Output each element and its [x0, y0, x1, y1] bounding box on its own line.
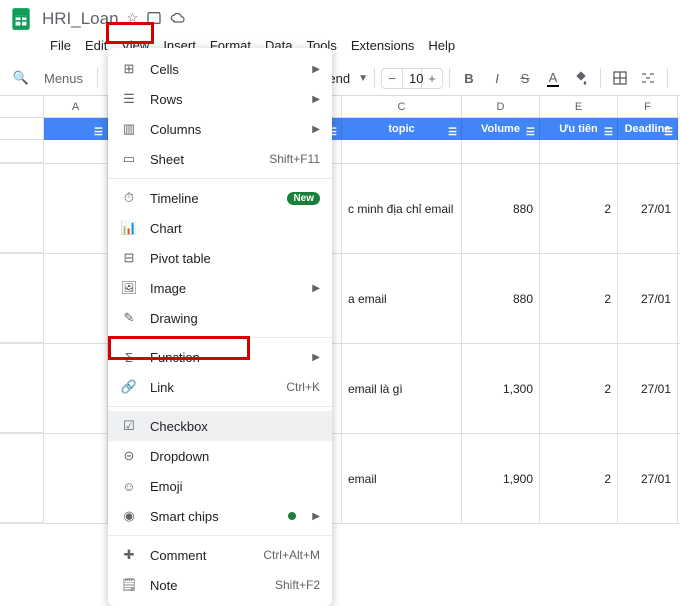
cell[interactable]: 880: [462, 164, 540, 253]
menu-item-comment[interactable]: ✚CommentCtrl+Alt+M: [108, 540, 332, 570]
menubar: File Edit View Insert Format Data Tools …: [0, 34, 680, 61]
filter-icon[interactable]: ☰: [448, 122, 457, 144]
menu-item-cells[interactable]: ⊞Cells▶: [108, 54, 332, 84]
italic-button[interactable]: I: [484, 65, 510, 91]
cell[interactable]: 27/01: [618, 344, 678, 433]
font-size-increase[interactable]: +: [422, 71, 442, 86]
search-menus-label: Menus: [38, 71, 89, 86]
checkbox-icon: ☑: [120, 417, 138, 435]
strikethrough-button[interactable]: S: [512, 65, 538, 91]
fill-color-button[interactable]: [568, 65, 594, 91]
cell[interactable]: 1,900: [462, 434, 540, 523]
filter-icon[interactable]: ☰: [526, 122, 535, 144]
cell[interactable]: email: [342, 434, 462, 523]
text-color-button[interactable]: A: [540, 65, 566, 91]
menu-item-pivot[interactable]: ⊟Pivot table: [108, 243, 332, 273]
cell[interactable]: c minh địa chỉ email: [342, 164, 462, 253]
chevron-right-icon: ▶: [312, 511, 320, 522]
menu-item-image[interactable]: 🖼Image▶: [108, 273, 332, 303]
move-icon[interactable]: [146, 10, 162, 29]
menu-help[interactable]: Help: [422, 36, 461, 55]
cell[interactable]: email là gì: [342, 344, 462, 433]
cells-icon: ⊞: [120, 60, 138, 78]
toolbar: 🔍 Menus Lexend ▼ − 10 + B I S A: [0, 61, 680, 96]
table-header[interactable]: Ưu tiên☰: [540, 118, 618, 140]
chevron-right-icon: ▶: [312, 64, 320, 75]
font-size-value[interactable]: 10: [402, 69, 422, 88]
column-header-f[interactable]: F: [618, 96, 678, 117]
image-icon: 🖼: [120, 279, 138, 297]
column-header-e[interactable]: E: [540, 96, 618, 117]
menu-item-dropdown[interactable]: ⊝Dropdown: [108, 441, 332, 471]
filter-icon[interactable]: ☰: [664, 122, 673, 144]
cell[interactable]: 2: [540, 254, 618, 343]
column-header-a[interactable]: A: [44, 96, 108, 117]
menu-item-rows[interactable]: ☰Rows▶: [108, 84, 332, 114]
cell[interactable]: 1,300: [462, 344, 540, 433]
comment-icon: ✚: [120, 546, 138, 564]
menu-item-link[interactable]: 🔗LinkCtrl+K: [108, 372, 332, 402]
menu-item-sheet[interactable]: ▭SheetShift+F11: [108, 144, 332, 174]
menu-item-chart[interactable]: 📊Chart: [108, 213, 332, 243]
chevron-right-icon: ▶: [312, 124, 320, 135]
cell[interactable]: a email: [342, 254, 462, 343]
function-icon: Σ: [120, 348, 138, 366]
filter-icon[interactable]: ☰: [604, 122, 613, 144]
menu-extensions[interactable]: Extensions: [345, 36, 421, 55]
insert-menu-dropdown: ⊞Cells▶ ☰Rows▶ ▥Columns▶ ▭SheetShift+F11…: [108, 48, 332, 606]
cell[interactable]: 2: [540, 434, 618, 523]
timeline-icon: ⏱: [120, 189, 138, 207]
table-header[interactable]: ☰: [44, 118, 108, 140]
cell[interactable]: 27/01: [618, 164, 678, 253]
menu-item-note[interactable]: 🗒NoteShift+F2: [108, 570, 332, 600]
cell[interactable]: 27/01: [618, 434, 678, 523]
cloud-status-icon[interactable]: [170, 10, 186, 29]
new-badge: New: [287, 192, 320, 205]
bold-button[interactable]: B: [456, 65, 482, 91]
merge-button[interactable]: [635, 65, 661, 91]
search-menus-icon[interactable]: 🔍: [8, 65, 34, 91]
menu-item-function[interactable]: ΣFunction▶: [108, 342, 332, 372]
document-title[interactable]: HRI_Loan: [42, 9, 119, 29]
borders-button[interactable]: [607, 65, 633, 91]
rows-icon: ☰: [120, 90, 138, 108]
table-header[interactable]: Deadline☰: [618, 118, 678, 140]
menu-item-columns[interactable]: ▥Columns▶: [108, 114, 332, 144]
table-header[interactable]: Volume☰: [462, 118, 540, 140]
chevron-right-icon: ▶: [312, 283, 320, 294]
table-header[interactable]: topic☰: [342, 118, 462, 140]
chart-icon: 📊: [120, 219, 138, 237]
star-icon[interactable]: ☆: [127, 10, 139, 29]
menu-file[interactable]: File: [44, 36, 77, 55]
cell[interactable]: 2: [540, 344, 618, 433]
note-icon: 🗒: [120, 576, 138, 594]
menu-item-drawing[interactable]: ✎Drawing: [108, 303, 332, 333]
drawing-icon: ✎: [120, 309, 138, 327]
filter-icon[interactable]: ☰: [94, 122, 103, 144]
font-size-decrease[interactable]: −: [382, 71, 402, 86]
menu-item-checkbox[interactable]: ☑Checkbox: [108, 411, 332, 441]
sheets-logo[interactable]: [8, 6, 34, 32]
menu-item-timeline[interactable]: ⏱TimelineNew: [108, 183, 332, 213]
column-header-c[interactable]: C: [342, 96, 462, 117]
menu-item-smartchips[interactable]: ◉Smart chips▶: [108, 501, 332, 531]
cell[interactable]: 880: [462, 254, 540, 343]
column-header-d[interactable]: D: [462, 96, 540, 117]
cell[interactable]: 27/01: [618, 254, 678, 343]
chevron-right-icon: ▶: [312, 94, 320, 105]
smartchips-icon: ◉: [120, 507, 138, 525]
font-size-control[interactable]: − 10 +: [381, 68, 443, 89]
emoji-icon: ☺: [120, 477, 138, 495]
cell[interactable]: 2: [540, 164, 618, 253]
chevron-right-icon: ▶: [312, 352, 320, 363]
columns-icon: ▥: [120, 120, 138, 138]
sheet-icon: ▭: [120, 150, 138, 168]
menu-item-emoji[interactable]: ☺Emoji: [108, 471, 332, 501]
dropdown-icon: ⊝: [120, 447, 138, 465]
link-icon: 🔗: [120, 378, 138, 396]
pivot-icon: ⊟: [120, 249, 138, 267]
